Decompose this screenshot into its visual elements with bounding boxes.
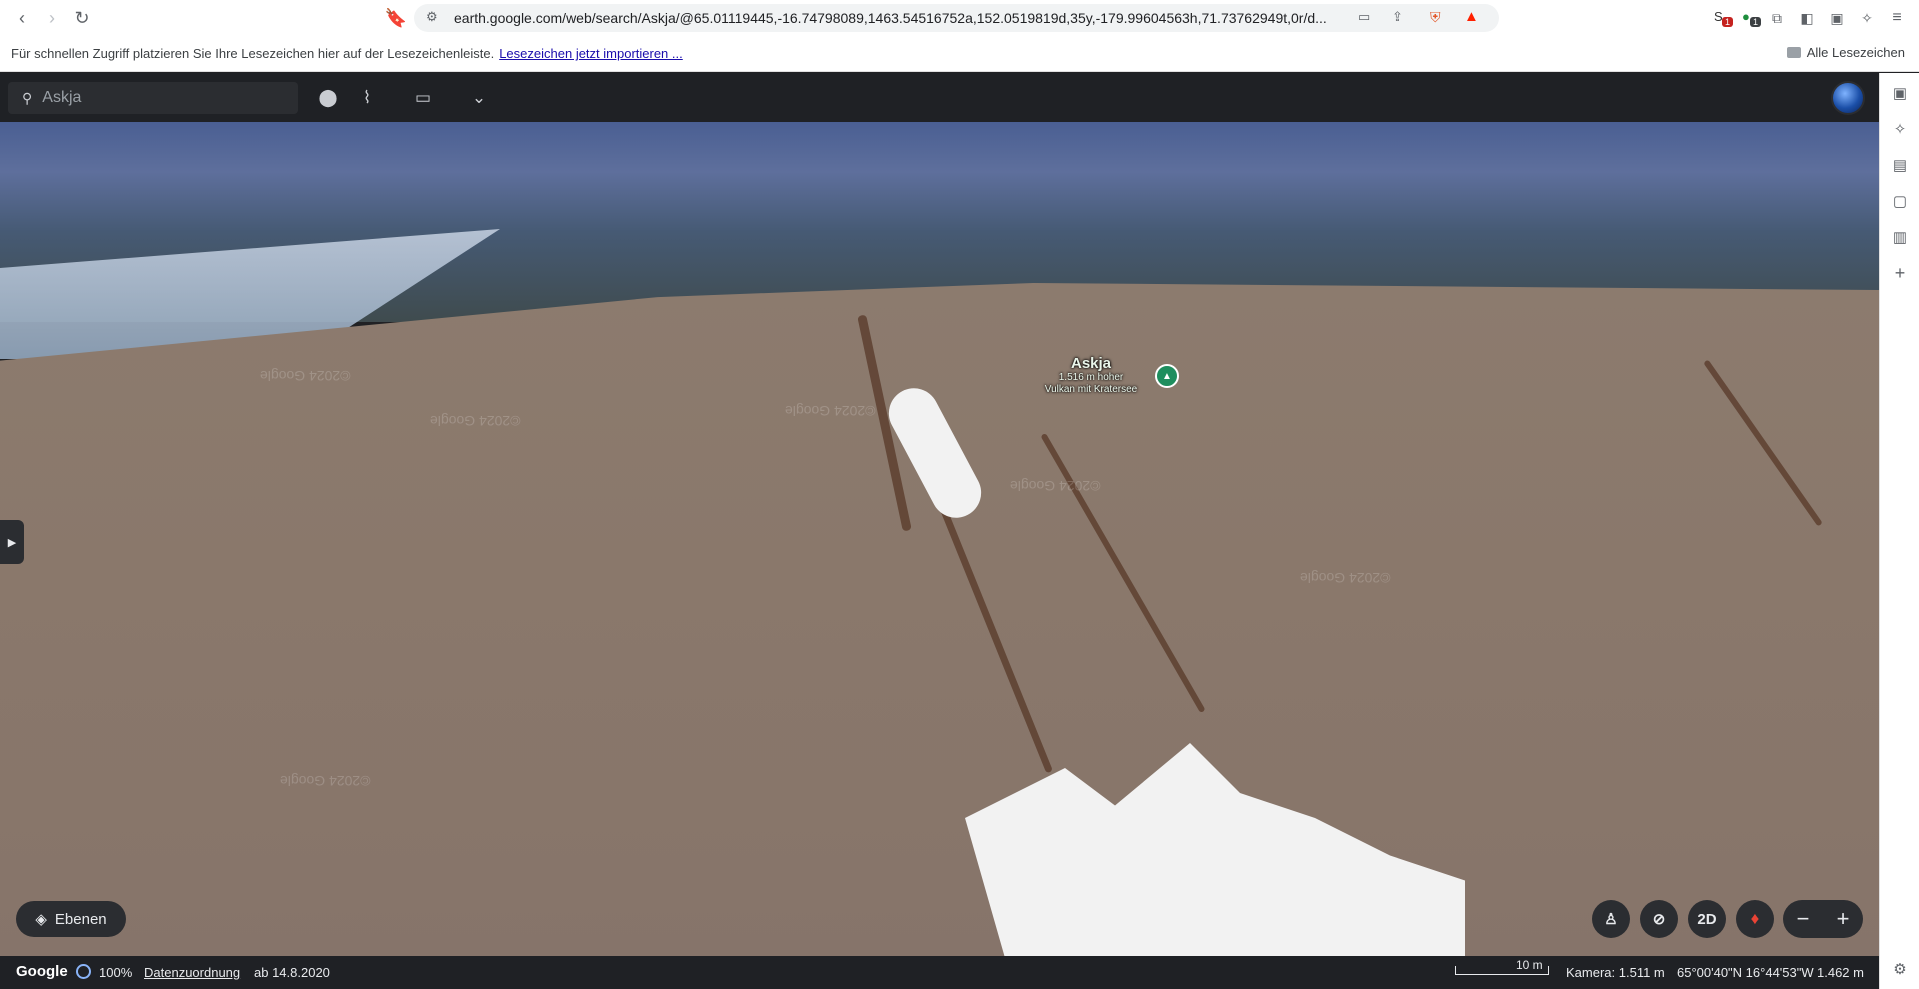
view-mode-button[interactable]: 2D	[1688, 900, 1726, 938]
copyright-watermark: ©2024 Google	[280, 773, 371, 789]
back-icon[interactable]: ‹	[8, 4, 36, 32]
mountain-pin-icon[interactable]: ▲	[1155, 364, 1179, 388]
layers-label: Ebenen	[54, 910, 107, 928]
place-subtitle: 1.516 m hoher Vulkan mit Kratersee	[1036, 372, 1146, 396]
load-percent: 100%	[99, 965, 133, 980]
status-bar: Google 100% Datenzuordnung ab 14.8.2020 …	[0, 956, 1879, 989]
layers-button[interactable]: ◈ Ebenen	[16, 901, 126, 937]
account-avatar[interactable]	[1831, 81, 1865, 115]
zoom-out-button[interactable]: −	[1783, 900, 1823, 938]
all-bookmarks-button[interactable]: Alle Lesezeichen	[1786, 45, 1905, 60]
address-bar[interactable]: ⚙ earth.google.com/web/search/Askja/@65.…	[414, 4, 1499, 32]
url-text: earth.google.com/web/search/Askja/@65.01…	[454, 10, 1327, 26]
browser-sidebar: ▣ ✧ ▤ ▢ ▥ + ⚙	[1879, 73, 1919, 989]
ravine	[1703, 359, 1823, 527]
settings-gear-icon[interactable]: ⚙	[1890, 959, 1910, 979]
install-app-icon[interactable]: ▭	[1358, 9, 1370, 25]
copyright-watermark: ©2024 Google	[785, 403, 876, 419]
bookmarks-bar: Für schnellen Zugriff platzieren Sie Ihr…	[0, 36, 1919, 72]
leo-ai-icon[interactable]: ✧	[1853, 4, 1881, 32]
chevron-down-icon[interactable]: ⌄	[466, 85, 492, 111]
earth-toolbar: ⚲ Askja ⬤ ⌇ ▭ ⌄	[0, 73, 1879, 122]
extensions-puzzle-icon[interactable]: ⧉	[1763, 4, 1791, 32]
add-panel-icon[interactable]: +	[1890, 263, 1910, 283]
camera-altitude: Kamera: 1.511 m	[1566, 965, 1665, 980]
site-settings-icon[interactable]: ⚙	[426, 9, 438, 25]
imagery-date: ab 14.8.2020	[254, 965, 330, 980]
tilt-off-icon: ⊘	[1652, 911, 1666, 928]
sidebar-toggle-icon[interactable]: ◧	[1793, 4, 1821, 32]
search-box[interactable]: ⚲ Askja	[8, 82, 298, 114]
copyright-watermark: ©2024 Google	[260, 368, 351, 384]
layers-icon: ◈	[35, 911, 47, 928]
compass-icon: ♦	[1750, 909, 1760, 928]
copyright-watermark: ©2024 Google	[430, 413, 521, 429]
snow-patch	[965, 743, 1465, 989]
zoom-controls: − +	[1783, 900, 1863, 938]
google-earth-app: ⚲ Askja ⬤ ⌇ ▭ ⌄ ©2024 Google ©2024 Googl…	[0, 73, 1879, 989]
place-subtitle-line2: Vulkan mit Kratersee	[1044, 384, 1138, 395]
wallet-icon[interactable]: ▣	[1823, 4, 1851, 32]
cursor-coordinates: 65°00'40"N 16°44'53"W	[1677, 965, 1814, 980]
tilt-toggle-button[interactable]: ⊘	[1640, 900, 1678, 938]
bookmarks-hint: Für schnellen Zugriff platzieren Sie Ihr…	[11, 46, 495, 61]
copyright-watermark: ©2024 Google	[1300, 570, 1391, 586]
add-path-icon[interactable]: ⌇	[354, 85, 380, 111]
import-bookmarks-link[interactable]: Lesezeichen jetzt importieren ...	[499, 46, 683, 61]
brave-rewards-icon[interactable]: ▲	[1464, 8, 1479, 25]
history-icon[interactable]: ▢	[1890, 191, 1910, 211]
browser-toolbar: ‹ › ↻ 🔖 ⚙ earth.google.com/web/search/As…	[0, 0, 1919, 36]
bookmark-icon[interactable]: 🔖	[382, 4, 410, 32]
brave-shield-icon[interactable]: ⛨	[1430, 9, 1441, 26]
all-bookmarks-label: Alle Lesezeichen	[1806, 45, 1905, 60]
share-icon[interactable]: ⇪	[1392, 9, 1403, 25]
copyright-watermark: ©2024 Google	[1010, 478, 1101, 494]
leo-icon[interactable]: ✧	[1890, 119, 1910, 139]
extension-icon[interactable]: ● 1	[1742, 9, 1762, 27]
crater-rim-terrain: ©2024 Google ©2024 Google ©2024 Google ©…	[0, 283, 1879, 989]
google-logo: Google	[16, 963, 68, 980]
data-attribution-link[interactable]: Datenzuordnung	[144, 965, 240, 980]
extension-icon[interactable]: S 1	[1714, 9, 1734, 27]
wallet-icon[interactable]: ▣	[1890, 83, 1910, 103]
add-placemark-icon[interactable]: ⬤	[315, 85, 341, 111]
reload-icon[interactable]: ↻	[68, 4, 96, 32]
place-label[interactable]: Askja 1.516 m hoher Vulkan mit Kratersee	[1036, 355, 1146, 396]
search-input[interactable]: Askja	[42, 89, 81, 107]
forward-icon[interactable]: ›	[38, 4, 66, 32]
bookmarks-icon[interactable]: ▤	[1890, 155, 1910, 175]
extension-badge: 1	[1722, 17, 1734, 27]
compass-button[interactable]: ♦	[1736, 900, 1774, 938]
mountain-icon: ▲	[1162, 370, 1172, 382]
street-view-pegman-button[interactable]: ♙	[1592, 900, 1630, 938]
ravine	[1040, 432, 1206, 714]
place-subtitle-line1: 1.516 m hoher	[1058, 372, 1124, 383]
zoom-in-button[interactable]: +	[1823, 900, 1863, 938]
folder-icon	[1786, 47, 1801, 58]
reading-list-icon[interactable]: ▥	[1890, 227, 1910, 247]
menu-icon[interactable]: ≡	[1883, 4, 1911, 32]
ravine	[934, 492, 1053, 774]
ground-elevation: 1.462 m	[1817, 965, 1864, 980]
extension-badge: 1	[1750, 17, 1762, 27]
measure-ruler-icon[interactable]: ▭	[410, 85, 436, 111]
pegman-icon: ♙	[1604, 911, 1618, 928]
scale-label: 10 m	[1516, 958, 1543, 972]
search-icon: ⚲	[22, 89, 33, 106]
expand-sidebar-button[interactable]: ▶	[0, 520, 24, 564]
place-title: Askja	[1070, 355, 1112, 372]
loading-ring-icon	[76, 964, 91, 979]
